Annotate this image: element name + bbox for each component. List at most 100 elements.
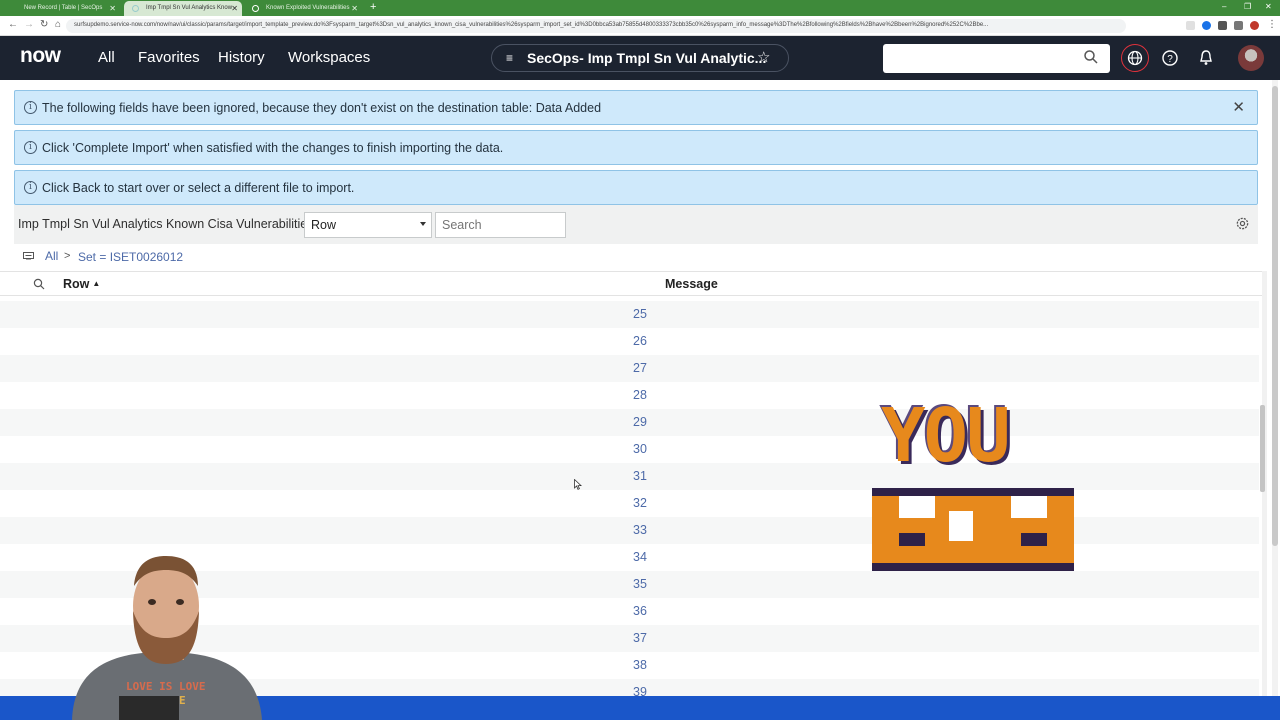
- browser-tab-active[interactable]: Imp Tmpl Sn Vul Analytics Know ✕: [124, 1, 242, 16]
- table-row[interactable]: 27: [0, 355, 1259, 382]
- pixel-block: [1021, 533, 1047, 546]
- global-search-input[interactable]: [883, 44, 1110, 73]
- nav-workspaces[interactable]: Workspaces: [288, 49, 370, 66]
- row-number-link[interactable]: 28: [600, 388, 680, 402]
- info-icon: i: [24, 181, 37, 194]
- video-overlay-graphic: YOU: [871, 393, 1083, 573]
- notification-bell-icon[interactable]: [1196, 48, 1216, 68]
- close-tab-icon[interactable]: ✕: [231, 4, 238, 13]
- close-tab-icon[interactable]: ✕: [109, 4, 116, 13]
- app-header: now All Favorites History Workspaces ≡ S…: [0, 36, 1280, 80]
- breadcrumb-separator: >: [64, 250, 71, 262]
- info-banner-complete-import: i Click 'Complete Import' when satisfied…: [14, 130, 1258, 165]
- reload-icon[interactable]: ↻: [40, 19, 48, 30]
- search-icon[interactable]: [1083, 49, 1099, 65]
- puzzle-icon[interactable]: [1218, 21, 1227, 30]
- table-row[interactable]: 26: [0, 328, 1259, 355]
- overlay-text: YOU: [881, 393, 1011, 479]
- info-icon: i: [24, 141, 37, 154]
- url-field[interactable]: surfsupdemo.service-now.com/now/nav/ui/c…: [66, 19, 1126, 33]
- context-title-pill[interactable]: ≡ SecOps- Imp Tmpl Sn Vul Analytic... ☆: [491, 44, 789, 72]
- banner-text: Click Back to start over or select a dif…: [42, 181, 355, 195]
- banner-text: Click 'Complete Import' when satisfied w…: [42, 141, 504, 155]
- gear-icon[interactable]: [1235, 216, 1250, 231]
- row-number-link[interactable]: 27: [600, 361, 680, 375]
- search-field-select[interactable]: Row: [304, 212, 432, 238]
- list-title: Imp Tmpl Sn Vul Analytics Known Cisa Vul…: [18, 217, 314, 231]
- extension-icon[interactable]: [1202, 21, 1211, 30]
- browser-tab-strip: New Record | Table | SecOps ✕ Imp Tmpl S…: [0, 0, 1280, 16]
- page-scrollbar-thumb[interactable]: [1272, 86, 1278, 546]
- row-number-link[interactable]: 36: [600, 604, 680, 618]
- new-tab-button[interactable]: +: [370, 1, 376, 13]
- forward-icon[interactable]: →: [24, 19, 34, 30]
- column-header-message[interactable]: Message: [665, 277, 718, 291]
- browser-tab-title: Imp Tmpl Sn Vul Analytics Know: [146, 5, 233, 11]
- close-icon[interactable]: ✕: [1232, 98, 1245, 116]
- row-number-link[interactable]: 30: [600, 442, 680, 456]
- servicenow-logo[interactable]: now: [20, 44, 61, 68]
- breadcrumb-all[interactable]: All: [45, 249, 58, 263]
- column-header-row[interactable]: Row ▲: [63, 277, 100, 291]
- nav-history[interactable]: History: [218, 49, 265, 66]
- list-search-input[interactable]: [435, 212, 566, 238]
- loading-icon: [132, 5, 139, 12]
- row-number-link[interactable]: 26: [600, 334, 680, 348]
- close-tab-icon[interactable]: ✕: [351, 4, 358, 13]
- home-icon[interactable]: ⌂: [55, 19, 61, 30]
- banner-text: The following fields have been ignored, …: [42, 101, 602, 115]
- row-number-link[interactable]: 38: [600, 658, 680, 672]
- user-avatar[interactable]: [1238, 45, 1264, 71]
- webcam-presenter: LOVE IS LOVE LOVE LOVE: [64, 556, 268, 720]
- filter-icon[interactable]: [23, 252, 34, 261]
- close-window-icon[interactable]: ✕: [1265, 2, 1272, 11]
- info-banner-ignored-fields: i The following fields have been ignored…: [14, 90, 1258, 125]
- browser-tab-title: New Record | Table | SecOps: [24, 5, 103, 11]
- nav-all[interactable]: All: [98, 49, 115, 66]
- info-icon: i: [24, 101, 37, 114]
- row-number-link[interactable]: 31: [600, 469, 680, 483]
- column-label: Row: [63, 277, 90, 291]
- browser-tab[interactable]: New Record | Table | SecOps ✕: [2, 1, 120, 16]
- table-header: Row ▲ Message: [0, 271, 1262, 296]
- globe-icon: [1127, 50, 1143, 66]
- mouse-cursor-icon: [574, 479, 582, 490]
- svg-text:LOVE IS LOVE: LOVE IS LOVE: [126, 680, 205, 693]
- extension-icon[interactable]: [1186, 21, 1195, 30]
- profile-icon[interactable]: [1250, 21, 1259, 30]
- search-icon[interactable]: [33, 278, 45, 290]
- row-number-link[interactable]: 39: [600, 685, 680, 696]
- back-icon[interactable]: ←: [8, 19, 18, 30]
- star-icon[interactable]: ☆: [757, 48, 770, 66]
- row-number-link[interactable]: 29: [600, 415, 680, 429]
- pixel-block: [1011, 496, 1047, 518]
- pixel-block: [872, 488, 1074, 496]
- table-scrollbar-thumb[interactable]: [1260, 405, 1265, 492]
- table-row[interactable]: 25: [0, 301, 1259, 328]
- row-number-link[interactable]: 33: [600, 523, 680, 537]
- menu-icon: ≡: [506, 51, 514, 65]
- language-button[interactable]: [1121, 44, 1149, 72]
- sidebar-icon[interactable]: [1234, 21, 1243, 30]
- maximize-icon[interactable]: ❐: [1244, 2, 1251, 11]
- svg-text:?: ?: [1167, 54, 1173, 65]
- browser-address-bar: ← → ↻ ⌂ surfsupdemo.service-now.com/now/…: [0, 16, 1280, 36]
- breadcrumb-condition[interactable]: Set = ISET0026012: [78, 250, 183, 264]
- pixel-block: [872, 563, 1074, 571]
- breadcrumb: All > Set = ISET0026012: [14, 244, 1258, 270]
- nav-favorites[interactable]: Favorites: [138, 49, 200, 66]
- help-icon[interactable]: ?: [1160, 48, 1180, 68]
- select-value: Row: [311, 218, 337, 232]
- row-number-link[interactable]: 35: [600, 577, 680, 591]
- row-number-link[interactable]: 32: [600, 496, 680, 510]
- context-title: SecOps- Imp Tmpl Sn Vul Analytic...: [527, 50, 767, 66]
- minimize-icon[interactable]: –: [1222, 2, 1226, 11]
- browser-tab[interactable]: Known Exploited Vulnerabilities ✕: [244, 1, 362, 16]
- more-vert-icon[interactable]: ⋮: [1267, 19, 1277, 30]
- row-number-link[interactable]: 34: [600, 550, 680, 564]
- row-number-link[interactable]: 37: [600, 631, 680, 645]
- list-toolbar: Imp Tmpl Sn Vul Analytics Known Cisa Vul…: [14, 205, 1258, 244]
- chevron-down-icon: [420, 222, 426, 226]
- row-number-link[interactable]: 25: [600, 307, 680, 321]
- browser-tab-title: Known Exploited Vulnerabilities: [266, 5, 350, 11]
